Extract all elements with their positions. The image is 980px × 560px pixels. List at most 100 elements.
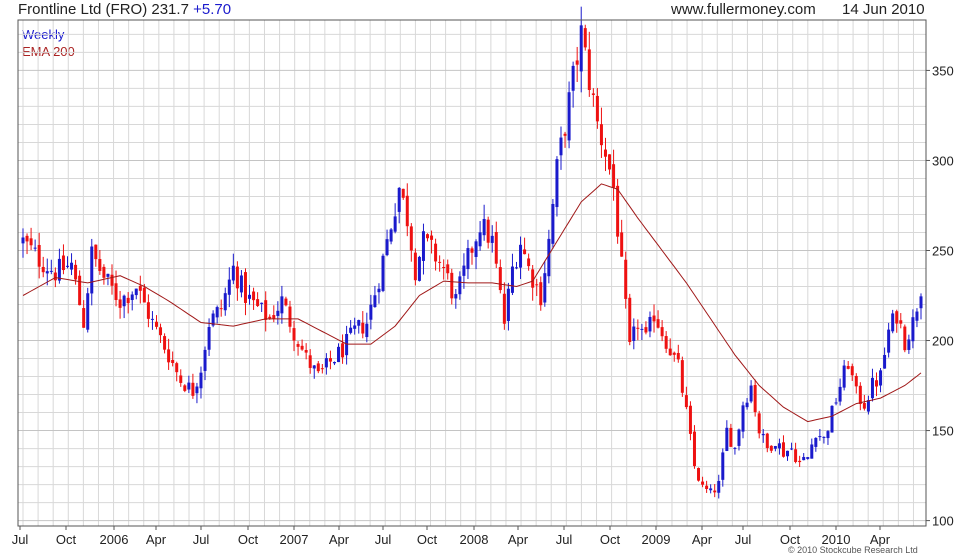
- candle-body: [361, 322, 365, 334]
- candle: [442, 259, 446, 280]
- x-tick-label: Jul: [12, 532, 29, 547]
- candle-body: [430, 235, 434, 240]
- candle-body: [442, 267, 446, 269]
- candle-body: [567, 92, 571, 141]
- candle-body: [866, 400, 870, 412]
- candle-body: [413, 252, 417, 281]
- candle-body: [559, 137, 563, 156]
- candle: [260, 302, 264, 312]
- candle-body: [304, 350, 308, 353]
- candle-body: [78, 275, 82, 306]
- candle-body: [777, 443, 781, 449]
- candle-body: [786, 450, 790, 457]
- candle: [409, 223, 413, 262]
- candle: [478, 221, 482, 251]
- candle: [587, 31, 591, 97]
- candle: [296, 341, 300, 356]
- candle-body: [519, 244, 523, 268]
- candle-body: [57, 258, 61, 281]
- candle-body: [676, 352, 680, 360]
- candle-body: [199, 372, 203, 389]
- x-tick-label: Apr: [146, 532, 167, 547]
- candle: [749, 380, 753, 404]
- candle: [826, 430, 830, 445]
- candle: [891, 309, 895, 334]
- candle-body: [745, 402, 749, 408]
- x-tick-label: Apr: [508, 532, 529, 547]
- candle-body: [842, 365, 846, 388]
- candle: [866, 395, 870, 415]
- candle-body: [692, 431, 696, 467]
- candle: [510, 253, 514, 296]
- candle-body: [114, 283, 118, 300]
- candle: [361, 311, 365, 339]
- y-tick-label: 250: [932, 243, 954, 258]
- ema-200-line: [22, 183, 922, 423]
- candle-body: [729, 427, 733, 447]
- x-tick-label: Jul: [735, 532, 752, 547]
- candle-body: [616, 185, 620, 237]
- candle: [830, 405, 834, 433]
- candle: [163, 333, 167, 354]
- candle-body: [264, 300, 268, 320]
- candle-body: [790, 448, 794, 450]
- candle: [470, 246, 474, 265]
- candle-body: [749, 385, 753, 402]
- candle: [810, 438, 814, 459]
- candle: [90, 238, 94, 306]
- candle-body: [826, 431, 830, 439]
- candle-body: [235, 266, 239, 289]
- candle-body: [191, 382, 195, 396]
- candle-body: [883, 354, 887, 369]
- candle: [33, 239, 37, 252]
- candle-body: [284, 298, 288, 306]
- candle-body: [527, 258, 531, 267]
- candle-body: [523, 249, 527, 255]
- candle: [531, 264, 535, 301]
- candle: [417, 255, 421, 282]
- candle-body: [203, 349, 207, 371]
- candle-body: [349, 327, 353, 333]
- price-chart: 100 150 200 250 300 350 Jul Oct 2006 Apr Jul Oct 20…: [12, 6, 954, 547]
- candle: [612, 149, 616, 201]
- candle-body: [870, 377, 874, 399]
- candle-body: [547, 238, 551, 277]
- candle: [405, 183, 409, 237]
- candle-body: [33, 247, 37, 249]
- candle-body: [187, 382, 191, 390]
- candle: [413, 248, 417, 286]
- candle-body: [765, 433, 769, 449]
- candle: [195, 382, 199, 404]
- candle: [802, 453, 806, 461]
- x-tick-label: Apr: [329, 532, 350, 547]
- candle-body: [502, 293, 506, 324]
- candle: [640, 323, 644, 341]
- candle: [608, 154, 612, 175]
- candle-body: [810, 444, 814, 459]
- candle: [539, 276, 543, 311]
- candle: [838, 378, 842, 406]
- candle-body: [543, 273, 547, 303]
- candle-body: [595, 95, 599, 122]
- candle: [272, 305, 276, 323]
- x-tick-label: 2007: [280, 532, 309, 547]
- candle-body: [587, 49, 591, 90]
- candle: [482, 204, 486, 241]
- candle: [122, 294, 126, 319]
- candle-body: [656, 319, 660, 328]
- candle-body: [118, 299, 122, 308]
- candle-body: [822, 436, 826, 438]
- candle: [138, 275, 142, 304]
- candle-body: [895, 311, 899, 324]
- candle: [393, 203, 397, 234]
- candle-body: [53, 272, 57, 281]
- x-tick-label: Oct: [238, 532, 259, 547]
- candle: [235, 261, 239, 301]
- candle: [130, 291, 134, 311]
- candle-body: [373, 295, 377, 308]
- candle-body: [814, 437, 818, 447]
- candle-body: [652, 315, 656, 322]
- candle: [814, 437, 818, 452]
- candle: [741, 401, 745, 439]
- candle: [280, 285, 284, 324]
